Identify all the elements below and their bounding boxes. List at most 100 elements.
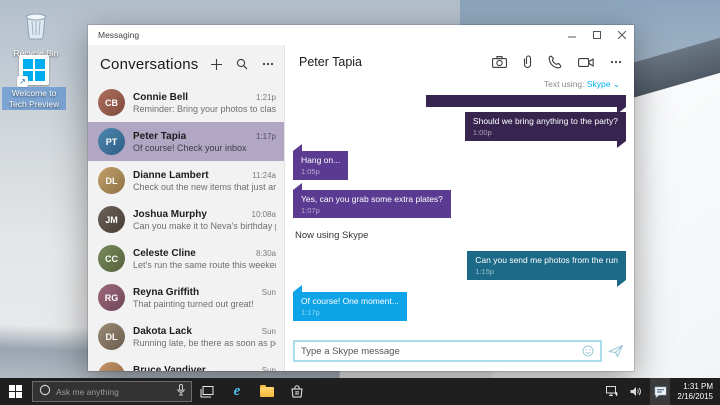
chat-more-button[interactable]	[610, 60, 622, 64]
message-input-box[interactable]	[293, 340, 602, 362]
clock-time: 1:31 PM	[683, 381, 713, 391]
message-time: 10:08a	[251, 209, 276, 219]
close-button[interactable]	[609, 25, 634, 45]
contact-name: Dakota Lack	[133, 325, 192, 337]
chevron-down-icon: ⌄	[612, 79, 620, 89]
conversations-panel: Conversations CB Connie Bell 1:21p Remin…	[88, 45, 285, 371]
message-preview: Reminder: Bring your photos to class on …	[133, 103, 276, 114]
conversation-item[interactable]: DL Dakota Lack Sun Running late, be ther…	[88, 317, 284, 356]
conversations-title: Conversations	[100, 55, 199, 73]
titlebar[interactable]: Messaging	[88, 25, 634, 45]
send-button[interactable]	[608, 344, 624, 358]
contact-name: Connie Bell	[133, 91, 189, 103]
message-text: Of course! One moment...	[301, 296, 399, 307]
conversation-item[interactable]: BV Bruce Vandiver Sun Heard we may be as…	[88, 356, 284, 371]
voice-call-button[interactable]	[548, 55, 562, 69]
attachment-button[interactable]	[523, 55, 532, 69]
message-preview: Running late, be there as soon as possib…	[133, 337, 276, 348]
avatar: CC	[98, 245, 125, 272]
message-time: Sun	[261, 326, 276, 336]
conversation-list: CB Connie Bell 1:21p Reminder: Bring you…	[88, 83, 284, 371]
message-time: 1:21p	[255, 92, 276, 102]
message-preview: Of course! Check your inbox	[133, 142, 247, 153]
messaging-window: Messaging Conversations CB Connie Bell 1…	[88, 25, 634, 371]
message-bubble: Can you send me photos from the run 1:15…	[467, 251, 626, 287]
camera-button[interactable]	[492, 56, 507, 68]
taskbar-clock[interactable]: 1:31 PM 2/16/2015	[677, 382, 713, 402]
minimize-button[interactable]	[559, 25, 584, 45]
emoticon-button[interactable]	[582, 345, 594, 357]
message-preview: Can you make it to Neva's birthday party…	[133, 220, 276, 231]
cortana-icon	[39, 383, 51, 401]
message-bubble-partial	[426, 95, 626, 114]
message-time: 1:17p	[255, 131, 276, 141]
avatar: CB	[98, 89, 125, 116]
avatar: DL	[98, 323, 125, 350]
text-using-selector[interactable]: Text using: Skype ⌄	[285, 79, 634, 93]
system-tray: 1:31 PM 2/16/2015	[602, 378, 720, 405]
message-time: 11:24a	[252, 170, 276, 180]
search-button[interactable]	[236, 58, 248, 70]
desktop-icon-label: Welcome to Tech Preview	[2, 87, 66, 111]
video-call-button[interactable]	[578, 57, 594, 68]
conversation-item[interactable]: RG Reyna Griffith Sun That painting turn…	[88, 278, 284, 317]
message-time: Sun	[261, 365, 276, 372]
chat-panel: Peter Tapia Text using: Skype ⌄ Should w…	[285, 45, 634, 371]
message-text: Can you send me photos from the run	[475, 255, 618, 266]
windows-store-icon[interactable]	[282, 378, 312, 405]
avatar: JM	[98, 206, 125, 233]
conversation-item[interactable]: DL Dianne Lambert 11:24a Check out the n…	[88, 161, 284, 200]
network-icon[interactable]	[602, 378, 622, 405]
avatar: DL	[98, 167, 125, 194]
action-center-icon[interactable]	[650, 378, 671, 405]
text-using-service[interactable]: Skype	[587, 79, 611, 89]
message-preview: That painting turned out great!	[133, 298, 254, 309]
message-preview: Let's run the same route this weekend	[133, 259, 276, 270]
avatar: RG	[98, 284, 125, 311]
desktop-icon-recycle-bin[interactable]: Recycle Bin	[4, 8, 68, 60]
taskbar-search-input[interactable]	[56, 386, 172, 397]
message-text: Hang on...	[301, 154, 341, 165]
chat-contact-name: Peter Tapia	[299, 55, 363, 69]
more-options-button[interactable]	[262, 62, 274, 66]
avatar: BV	[98, 362, 125, 371]
cortana-search-box[interactable]	[32, 381, 192, 402]
message-input[interactable]	[301, 345, 582, 357]
message-bubble: Of course! One moment... 1:17p	[293, 285, 407, 321]
file-explorer-icon[interactable]	[252, 378, 282, 405]
window-title: Messaging	[98, 30, 140, 40]
conversation-item[interactable]: JM Joshua Murphy 10:08a Can you make it …	[88, 200, 284, 239]
taskbar: 1:31 PM 2/16/2015	[0, 378, 720, 405]
start-button[interactable]	[0, 378, 30, 405]
message-text: Should we bring anything to the party?	[472, 116, 618, 126]
maximize-button[interactable]	[584, 25, 609, 45]
contact-name: Reyna Griffith	[133, 286, 200, 298]
avatar: PT	[98, 128, 125, 155]
task-view-button[interactable]	[192, 378, 222, 405]
recycle-bin-icon	[21, 8, 51, 45]
message-time: 1:07p	[301, 205, 320, 215]
message-time: 1:15p	[475, 267, 495, 277]
message-text: Yes, can you grab some extra plates?	[301, 193, 443, 204]
contact-name: Celeste Cline	[133, 247, 196, 259]
desktop: Recycle Bin ↗ Welcome to Tech Preview Me…	[0, 0, 720, 405]
message-bubble: Should we bring anything to the party? 1…	[464, 112, 627, 148]
message-time: 1:00p	[472, 128, 492, 138]
message-thread: Should we bring anything to the party? 1…	[285, 93, 634, 334]
volume-icon[interactable]	[626, 378, 646, 405]
contact-name: Dianne Lambert	[133, 169, 209, 181]
desktop-icon-welcome[interactable]: ↗ Welcome to Tech Preview	[2, 55, 66, 111]
message-time: Sun	[261, 287, 276, 297]
contact-name: Bruce Vandiver	[133, 364, 206, 372]
conversation-item[interactable]: CB Connie Bell 1:21p Reminder: Bring you…	[88, 83, 284, 122]
conversation-item-selected[interactable]: PT Peter Tapia 1:17p Of course! Check yo…	[88, 122, 284, 161]
contact-name: Peter Tapia	[133, 130, 187, 142]
message-time: 1:05p	[301, 166, 320, 176]
conversation-item[interactable]: CC Celeste Cline 8:30a Let's run the sam…	[88, 239, 284, 278]
new-conversation-button[interactable]	[211, 58, 222, 70]
message-time: 1:17p	[301, 308, 320, 318]
microphone-icon[interactable]	[177, 383, 185, 401]
text-using-label: Text using:	[543, 79, 585, 89]
browser-edge-icon[interactable]	[222, 378, 252, 405]
shortcut-arrow-icon: ↗	[17, 76, 28, 87]
